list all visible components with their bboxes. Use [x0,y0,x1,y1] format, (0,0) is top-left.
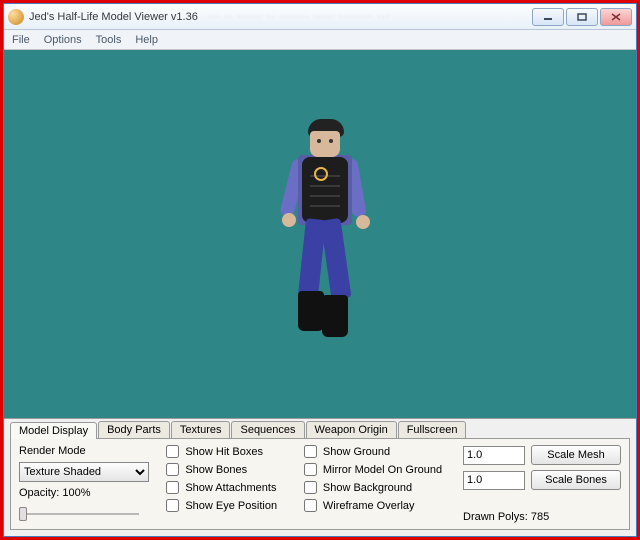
menu-file[interactable]: File [12,34,30,46]
scale-mesh-input[interactable] [463,446,525,465]
scale-bones-input[interactable] [463,471,525,490]
titlebar-obscured-text: ··· ·· ······ ·· ······· ····· ········ … [208,11,390,22]
menubar: File Options Tools Help [4,30,636,50]
scale-bones-button[interactable]: Scale Bones [531,470,621,490]
check-wireframe[interactable] [304,499,317,512]
label-ground: Show Ground [323,446,390,458]
minimize-button[interactable] [532,8,564,26]
tab-fullscreen[interactable]: Fullscreen [398,421,467,438]
label-wireframe: Wireframe Overlay [323,500,415,512]
render-mode-label: Render Mode [19,445,156,457]
render-mode-select[interactable]: Texture Shaded [19,462,149,482]
label-eye-position: Show Eye Position [185,500,277,512]
model-character [270,119,390,379]
check-eye-position[interactable] [166,499,179,512]
menu-options[interactable]: Options [44,34,82,46]
tab-body-parts[interactable]: Body Parts [98,421,170,438]
label-mirror: Mirror Model On Ground [323,464,442,476]
window-title: Jed's Half-Life Model Viewer v1.36 [29,11,198,23]
drawn-polys-status: Drawn Polys: 785 [463,511,621,523]
app-window: Jed's Half-Life Model Viewer v1.36 ··· ·… [3,3,637,537]
check-mirror[interactable] [304,463,317,476]
tab-textures[interactable]: Textures [171,421,231,438]
menu-tools[interactable]: Tools [96,34,122,46]
check-hit-boxes[interactable] [166,445,179,458]
check-bones[interactable] [166,463,179,476]
tab-sequences[interactable]: Sequences [231,421,304,438]
check-background[interactable] [304,481,317,494]
label-bones: Show Bones [185,464,247,476]
control-panel: Model Display Body Parts Textures Sequen… [4,418,636,536]
menu-help[interactable]: Help [135,34,158,46]
label-background: Show Background [323,482,412,494]
opacity-label: Opacity: 100% [19,487,156,499]
opacity-slider[interactable] [19,504,139,522]
tab-strip: Model Display Body Parts Textures Sequen… [4,419,636,438]
tab-body: Render Mode Texture Shaded Opacity: 100%… [10,438,630,530]
label-attachments: Show Attachments [185,482,276,494]
tab-model-display[interactable]: Model Display [10,422,97,439]
scale-mesh-button[interactable]: Scale Mesh [531,445,621,465]
tab-weapon-origin[interactable]: Weapon Origin [306,421,397,438]
titlebar[interactable]: Jed's Half-Life Model Viewer v1.36 ··· ·… [4,4,636,30]
maximize-button[interactable] [566,8,598,26]
app-icon [8,9,24,25]
viewport-3d[interactable] [4,50,636,418]
close-button[interactable] [600,8,632,26]
label-hit-boxes: Show Hit Boxes [185,446,263,458]
check-attachments[interactable] [166,481,179,494]
check-ground[interactable] [304,445,317,458]
